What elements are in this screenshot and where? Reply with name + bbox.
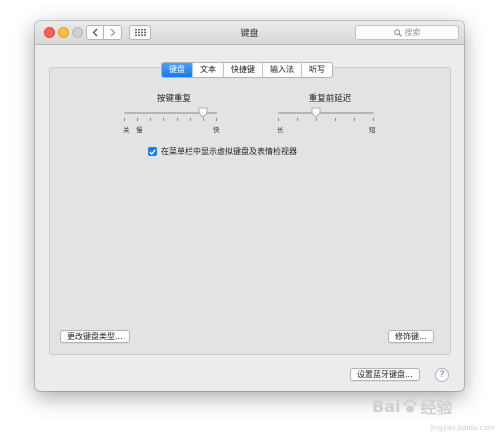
tab-bar: 键盘 文本 快捷键 输入法 听写 — [161, 62, 333, 78]
tab-shortcuts[interactable]: 快捷键 — [223, 63, 262, 77]
key-repeat-fast-label: 快 — [213, 126, 220, 134]
modifier-keys-button[interactable]: 修饰键... — [388, 330, 434, 343]
delay-long-label: 长 — [277, 126, 284, 134]
search-field[interactable]: 搜索 — [355, 25, 459, 40]
slider-tick — [335, 118, 336, 121]
help-button[interactable]: ? — [435, 368, 449, 382]
watermark-suffix: 经验 — [420, 398, 453, 417]
key-repeat-ticks — [124, 118, 217, 122]
change-keyboard-type-button[interactable]: 更改键盘类型... — [60, 330, 130, 343]
search-icon — [393, 28, 402, 37]
slider-tick — [177, 118, 178, 121]
setup-bluetooth-keyboard-button[interactable]: 设置蓝牙键盘... — [350, 368, 420, 381]
delay-until-repeat-track[interactable] — [278, 112, 374, 114]
slider-tick — [373, 118, 374, 121]
checkmark-icon — [149, 148, 156, 155]
watermark-subtext: jingyan.baidu.com — [430, 424, 495, 432]
show-viewers-label: 在菜单栏中显示虚拟键盘及表情检视器 — [161, 147, 297, 156]
tab-content-pane — [49, 67, 451, 355]
slider-tick — [150, 118, 151, 121]
show-viewers-checkbox[interactable] — [148, 147, 157, 156]
slider-tick — [297, 118, 298, 121]
tab-keyboard[interactable]: 键盘 — [162, 63, 192, 77]
slider-tick — [216, 118, 217, 121]
slider-tick — [278, 118, 279, 121]
delay-until-repeat-slider-thumb[interactable] — [311, 107, 321, 118]
key-repeat-slider-thumb[interactable] — [198, 107, 208, 118]
delay-until-repeat-label: 重复前延迟 — [308, 94, 352, 104]
key-repeat-label: 按键重复 — [156, 94, 191, 104]
show-viewers-checkbox-row[interactable]: 在菜单栏中显示虚拟键盘及表情检视器 — [148, 146, 297, 157]
slider-tick — [124, 118, 125, 121]
watermark-text: Bai — [372, 396, 401, 416]
paw-icon — [403, 399, 418, 413]
slider-tick — [203, 118, 204, 121]
key-repeat-off-label: 关 — [123, 126, 130, 134]
tab-input-sources[interactable]: 输入法 — [262, 63, 301, 77]
slider-tick — [190, 118, 191, 121]
slider-tick — [316, 118, 317, 121]
delay-short-label: 短 — [369, 126, 376, 134]
slider-tick — [354, 118, 355, 121]
keyboard-preferences-window: 键盘 搜索 键盘 文本 快捷键 输入法 听写 按键重复 关 慢 快 重复前延迟 … — [35, 21, 464, 391]
key-repeat-slow-label: 慢 — [136, 126, 143, 134]
title-bar: 键盘 搜索 — [35, 21, 464, 45]
slider-tick — [137, 118, 138, 121]
tab-text[interactable]: 文本 — [192, 63, 223, 77]
search-placeholder: 搜索 — [404, 28, 421, 37]
slider-tick — [163, 118, 164, 121]
tab-dictation[interactable]: 听写 — [301, 63, 332, 77]
baidu-watermark: Bai 经验 — [372, 394, 453, 418]
delay-until-repeat-ticks — [278, 118, 374, 122]
